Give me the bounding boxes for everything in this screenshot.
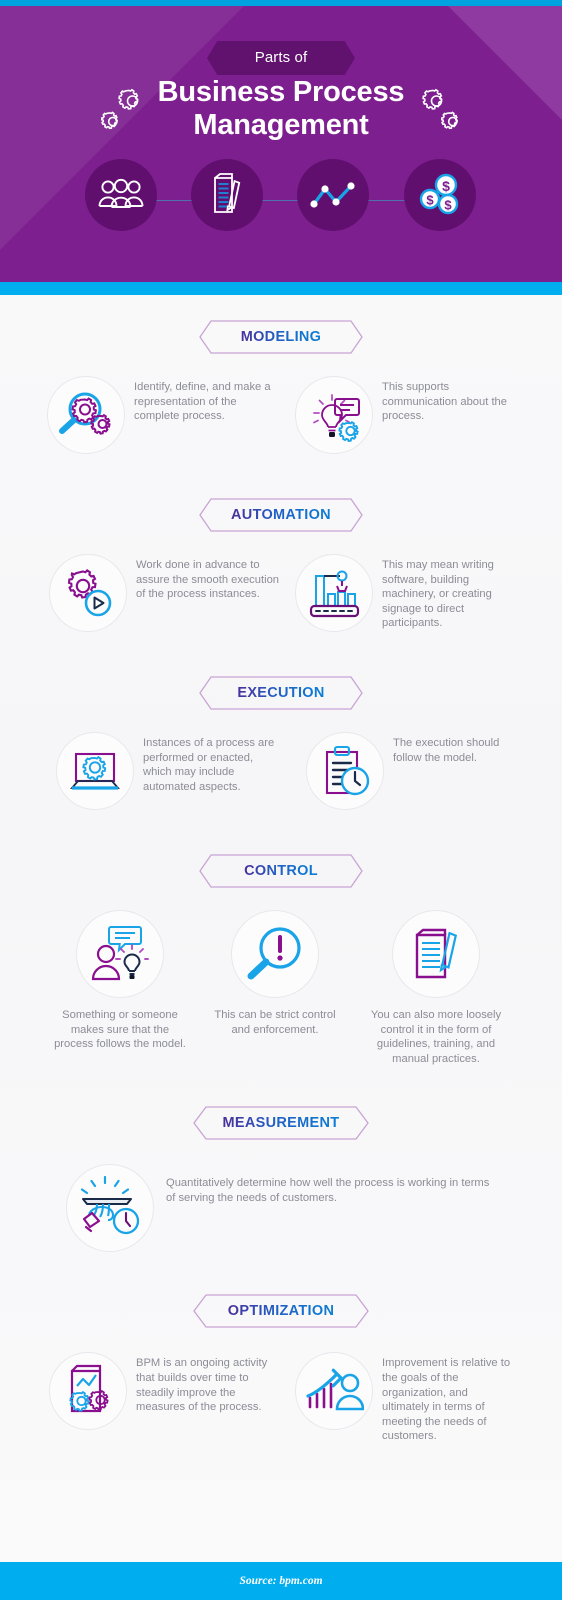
icon-circle [66, 1164, 154, 1253]
header: Parts of Business Process Management $ $… [0, 0, 562, 282]
lightbulb-speech-gear-icon [313, 394, 360, 442]
sections-container: MODELING Identify, define, and make a re… [0, 295, 562, 1444]
section-label: OPTIMIZATION [227, 1303, 335, 1320]
item-control-2: This can be strict control and enforceme… [214, 910, 336, 1037]
item-execution-2: The execution should follow the model. [306, 732, 506, 810]
section-label: CONTROL [244, 863, 318, 879]
item-description: Something or someone makes sure that the… [54, 1009, 186, 1051]
section-label: AUTOMATION [231, 507, 331, 523]
section-badge-execution: EXECUTION [199, 676, 363, 710]
page-title: Business Process Management [0, 76, 562, 142]
eyebrow-badge: Parts of [207, 41, 355, 75]
section-badge-control: CONTROL [199, 854, 363, 888]
header-circle-people [85, 159, 157, 231]
section-row-control: Something or someone makes sure that the… [0, 910, 562, 1066]
header-connector-line [120, 200, 442, 201]
icon-circle [295, 554, 373, 632]
factory-robot-icon [309, 570, 360, 618]
item-optimization-1: BPM is an ongoing activity that builds o… [49, 1352, 281, 1431]
item-automation-2: This may mean writing software, building… [295, 554, 513, 632]
icon-circle [76, 910, 164, 998]
header-circle-money: $ $ $ [404, 159, 476, 231]
header-circle-document [191, 159, 263, 231]
report-gears-chart-icon [69, 1365, 109, 1413]
section-label: MODELING [240, 329, 322, 345]
section-label: MEASUREMENT [222, 1115, 340, 1132]
line-chart-icon [310, 182, 355, 208]
item-modeling-2: This supports communication about the pr… [295, 376, 515, 454]
infographic-page: Parts of Business Process Management $ $… [0, 0, 562, 1600]
item-automation-1: Work done in advance to assure the smoot… [49, 554, 281, 632]
document-pencil-icon [214, 173, 241, 213]
icon-circle [231, 910, 319, 998]
laptop-gear-icon [70, 752, 120, 790]
icon-circle [47, 376, 125, 454]
footer: Source: bpm.com [0, 1562, 562, 1600]
header-top-accent-bar [0, 0, 562, 6]
page-title-line2: Management [193, 109, 369, 141]
header-icon-row: $ $ $ [0, 159, 562, 241]
page-title-line1: Business Process [157, 76, 405, 108]
icon-circle [392, 910, 480, 998]
header-blue-divider [0, 282, 562, 295]
item-control-3: You can also more loosely control it in … [360, 910, 512, 1066]
person-idea-speech-icon [91, 926, 149, 981]
magnifier-gears-icon [59, 392, 111, 435]
item-description: You can also more loosely control it in … [370, 1009, 502, 1065]
section-row-execution: Instances of a process are performed or … [0, 732, 562, 810]
svg-text:$: $ [426, 193, 434, 208]
icon-circle [295, 1352, 373, 1431]
svg-text:$: $ [442, 178, 450, 194]
item-measurement-1: Quantitatively determine how well the pr… [66, 1164, 496, 1253]
item-description: This may mean writing software, building… [382, 559, 494, 630]
header-circle-chart [297, 159, 369, 231]
item-modeling-1: Identify, define, and make a representat… [47, 376, 277, 454]
item-description: BPM is an ongoing activity that builds o… [136, 1357, 268, 1414]
hand-tray-clock-icon [80, 1176, 140, 1235]
people-group-icon [98, 178, 144, 208]
svg-text:$: $ [444, 198, 452, 213]
item-description: Improvement is relative to the goals of … [382, 1357, 511, 1443]
item-optimization-2: Improvement is relative to the goals of … [295, 1352, 513, 1444]
section-row-automation: Work done in advance to assure the smoot… [0, 554, 562, 632]
growth-bars-person-icon [306, 1368, 364, 1411]
section-label: EXECUTION [237, 685, 325, 701]
item-description: Instances of a process are performed or … [143, 737, 275, 793]
item-description: This can be strict control and enforceme… [214, 1009, 336, 1036]
magnifier-alert-icon [247, 927, 301, 980]
item-control-1: Something or someone makes sure that the… [50, 910, 190, 1052]
item-execution-1: Instances of a process are performed or … [56, 732, 284, 810]
section-badge-optimization: OPTIMIZATION [193, 1294, 369, 1329]
section-badge-measurement: MEASUREMENT [193, 1106, 369, 1141]
footer-source-text: Source: bpm.com [239, 1575, 323, 1587]
item-description: Quantitatively determine how well the pr… [166, 1177, 490, 1204]
item-description: Work done in advance to assure the smoot… [136, 559, 280, 601]
clipboard-clock-icon [325, 745, 370, 796]
section-row-modeling: Identify, define, and make a representat… [0, 376, 562, 454]
gear-play-icon [67, 569, 112, 617]
money-coins-icon: $ $ $ [419, 173, 459, 215]
section-badge-modeling: MODELING [199, 320, 363, 354]
section-row-measurement: Quantitatively determine how well the pr… [0, 1164, 562, 1253]
section-badge-automation: AUTOMATION [199, 498, 363, 532]
icon-circle [56, 732, 134, 810]
icon-circle [306, 732, 384, 810]
item-description: The execution should follow the model. [393, 737, 500, 764]
icon-circle [295, 376, 373, 454]
icon-circle [49, 554, 127, 632]
icon-circle [49, 1352, 127, 1431]
item-description: Identify, define, and make a representat… [134, 381, 271, 423]
section-row-optimization: BPM is an ongoing activity that builds o… [0, 1352, 562, 1444]
item-description: This supports communication about the pr… [382, 381, 508, 423]
document-pencil-outline-icon [415, 928, 458, 979]
